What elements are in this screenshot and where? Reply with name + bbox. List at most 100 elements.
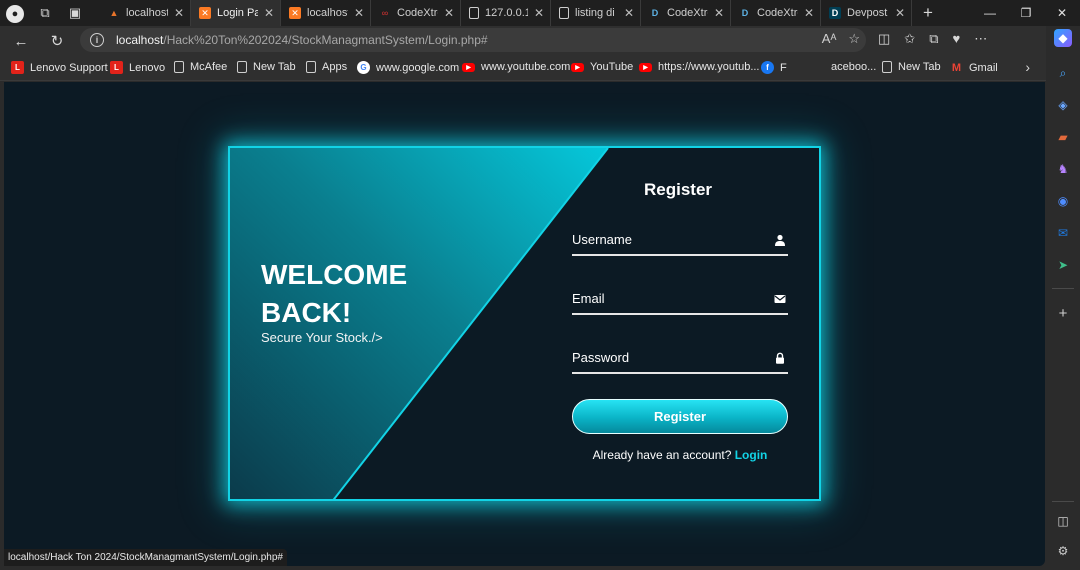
bookmark-lenovo[interactable]: L Lenovo: [110, 61, 165, 74]
bookmarks-bar: L Lenovo Support L Lenovo McAfee New Tab A…: [0, 55, 1046, 81]
reload-button[interactable]: ↻: [46, 30, 68, 52]
browser-essentials-icon[interactable]: ♥: [953, 31, 961, 47]
close-tab-icon[interactable]: ✕: [354, 6, 364, 20]
url-path: /Hack%20Ton%202024/StockManagmantSystem/…: [163, 33, 488, 47]
tab-localhost-2[interactable]: ✕ localhost ✕: [281, 0, 371, 26]
close-tab-icon[interactable]: ✕: [264, 6, 274, 20]
bookmark-mcafee[interactable]: McAfee: [174, 61, 227, 73]
devpost-icon: D: [741, 8, 749, 18]
password-field[interactable]: Password: [572, 344, 788, 374]
bookmark-new-tab-1[interactable]: New Tab: [237, 61, 296, 73]
bookmark-label: Gmail: [969, 61, 998, 74]
vertical-tabs-button[interactable]: ▣: [64, 3, 86, 23]
tab-devpost[interactable]: D Devpost ✕: [821, 0, 912, 26]
close-tab-icon[interactable]: ✕: [714, 6, 724, 20]
tab-label: localhost: [307, 7, 348, 19]
xampp-icon: ✕: [199, 7, 211, 19]
bookmark-label: New Tab: [898, 61, 941, 73]
workspaces-button[interactable]: ⧉: [34, 3, 56, 23]
bookmark-apps[interactable]: Apps: [306, 61, 347, 73]
tab-list: ▲ localhost ✕ ✕ Login Pa ✕ ✕ localhost ✕…: [100, 0, 912, 26]
reload-icon: ↻: [50, 33, 64, 50]
bookmark-lenovo-support[interactable]: L Lenovo Support: [11, 61, 108, 74]
close-tab-icon[interactable]: ✕: [444, 6, 454, 20]
register-button[interactable]: Register: [572, 399, 788, 434]
youtube-icon: ▶: [639, 62, 652, 72]
bookmark-label: Lenovo: [129, 61, 166, 74]
user-icon: [775, 234, 785, 246]
restore-button[interactable]: ❐: [1008, 0, 1044, 26]
close-tab-icon[interactable]: ✕: [174, 6, 184, 20]
page-icon: [306, 61, 316, 73]
bookmark-gmail[interactable]: M Gmail: [950, 61, 998, 74]
search-icon[interactable]: ⌕: [1054, 64, 1072, 82]
login-link[interactable]: Login: [735, 448, 768, 462]
split-screen-icon[interactable]: ◫: [878, 31, 890, 47]
tab-localhost-1[interactable]: ▲ localhost ✕: [100, 0, 191, 26]
page-icon: [237, 61, 247, 73]
add-sidebar-app-icon[interactable]: +: [1054, 304, 1072, 322]
close-window-button[interactable]: ✕: [1044, 0, 1080, 26]
email-field[interactable]: Email: [572, 285, 788, 315]
window-controls: — ❐ ✕: [972, 0, 1080, 26]
devpost-icon: D: [651, 8, 659, 18]
microsoft-365-icon[interactable]: ◉: [1054, 192, 1072, 210]
status-bar-url: localhost/Hack Ton 2024/StockManagmantSy…: [4, 549, 287, 566]
read-aloud-icon[interactable]: Aᴬ: [822, 31, 837, 47]
close-tab-icon[interactable]: ✕: [534, 6, 544, 20]
close-tab-icon[interactable]: ✕: [624, 6, 634, 20]
close-tab-icon[interactable]: ✕: [895, 6, 905, 20]
shopping-tag-icon[interactable]: ◈: [1054, 96, 1072, 114]
outlook-icon[interactable]: ✉: [1054, 224, 1072, 242]
page-icon: [559, 7, 569, 19]
minimize-button[interactable]: —: [972, 0, 1008, 26]
tools-icon[interactable]: ▰: [1054, 128, 1072, 146]
more-menu-icon[interactable]: ⋯: [974, 31, 987, 47]
bookmark-youtube-1[interactable]: ▶ www.youtube.com: [462, 61, 570, 73]
bookmarks-overflow-button[interactable]: ›: [1025, 59, 1030, 75]
bookmark-youtube-3[interactable]: ▶ https://www.youtub...: [639, 61, 760, 73]
close-tab-icon[interactable]: ✕: [804, 6, 814, 20]
page-viewport: WELCOME BACK! Secure Your Stock./> Regis…: [4, 82, 1045, 566]
tab-127[interactable]: 127.0.0.1 ✕: [461, 0, 551, 26]
bookmark-google[interactable]: Gwww.google.com: [357, 61, 459, 74]
copilot-icon[interactable]: ◆: [1054, 29, 1072, 47]
bookmark-label: www.youtube.com: [481, 61, 571, 73]
favorite-star-icon[interactable]: ☆: [848, 31, 860, 47]
tab-login-page[interactable]: ✕ Login Pa ✕: [191, 0, 281, 26]
gear-icon[interactable]: ⚙: [1054, 542, 1072, 560]
back-button[interactable]: ←: [10, 30, 32, 52]
tab-codextreme-3[interactable]: D CodeXtre ✕: [731, 0, 821, 26]
bookmark-facebook[interactable]: fF: [761, 61, 787, 74]
tab-label: CodeXtre: [757, 7, 798, 19]
bookmark-facebook-2[interactable]: aceboo...: [831, 61, 876, 73]
tab-actions-icon: ▣: [68, 5, 82, 20]
url-host: localhost: [116, 33, 164, 47]
tagline: Secure Your Stock./>: [261, 330, 383, 345]
password-label: Password: [572, 350, 630, 365]
browser-toolbar: ← ↻ i localhost/Hack%20Ton%202024/StockM…: [0, 26, 1046, 55]
arrow-left-icon: ←: [13, 32, 29, 50]
tab-listing[interactable]: listing di ✕: [551, 0, 641, 26]
lock-icon: [776, 352, 784, 364]
bookmark-new-tab-2[interactable]: New Tab: [882, 61, 941, 73]
favorites-icon[interactable]: ✩: [904, 31, 915, 47]
username-field[interactable]: Username: [572, 226, 788, 256]
xampp-icon: ✕: [289, 7, 301, 19]
collections-icon[interactable]: ⧉: [929, 31, 938, 47]
drop-icon[interactable]: ➤: [1054, 256, 1072, 274]
games-icon[interactable]: ♞: [1054, 160, 1072, 178]
profile-button[interactable]: ●: [4, 3, 26, 23]
address-bar[interactable]: i localhost/Hack%20Ton%202024/StockManag…: [80, 28, 866, 52]
bookmark-youtube-2[interactable]: ▶ YouTube: [571, 61, 633, 73]
bookmark-label: New Tab: [253, 61, 296, 73]
welcome-heading: WELCOME BACK!: [261, 259, 408, 328]
new-tab-button[interactable]: +: [918, 3, 938, 23]
sidebar-toggle-icon[interactable]: ◫: [1054, 512, 1072, 530]
tab-codextreme-2[interactable]: D CodeXtre ✕: [641, 0, 731, 26]
envelope-icon: [774, 295, 786, 303]
site-info-icon[interactable]: i: [90, 33, 104, 47]
gmail-icon: M: [951, 61, 962, 74]
tab-label: Login Pa: [217, 7, 258, 19]
tab-codextreme-1[interactable]: ∞ CodeXtre ✕: [371, 0, 461, 26]
